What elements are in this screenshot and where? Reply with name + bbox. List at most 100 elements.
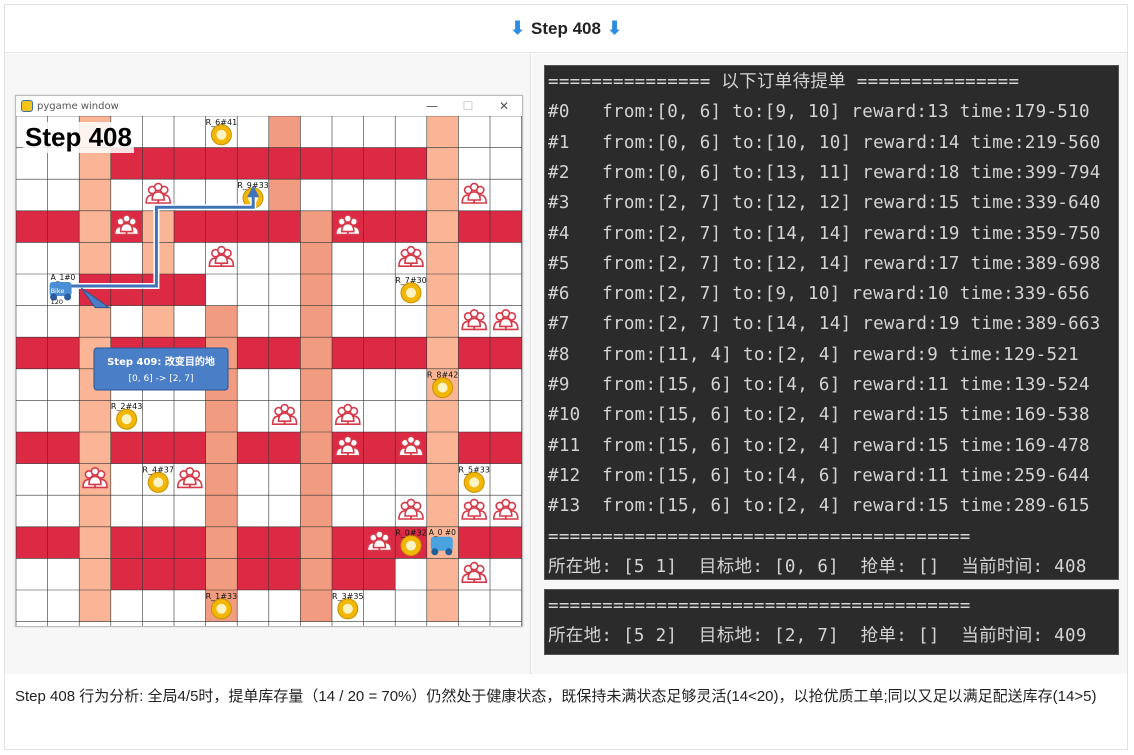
rider-label: A_0 #0: [429, 528, 456, 537]
rider-scooter-icon: [445, 548, 453, 556]
pygame-titlebar[interactable]: pygame window — ☐ ✕: [16, 96, 522, 116]
restaurant-icon: [342, 603, 353, 614]
road-cell: [174, 526, 206, 559]
restaurant-label: R_3#35: [332, 592, 364, 601]
road-cell: [47, 432, 80, 464]
terminal-line: #2 from:[0, 6] to:[13, 11] reward:18 tim…: [548, 162, 1101, 183]
road-cell: [490, 526, 522, 559]
tooltip-title: Step 409: 改变目的地: [107, 355, 215, 368]
terminal-line: 所在地: [5 1] 目标地: [0, 6] 抢单: [] 当前时间: 408: [548, 556, 1087, 577]
road-cell: [268, 432, 301, 464]
restaurant-icon: [216, 129, 227, 140]
road-cell: [237, 432, 269, 464]
road-cell: [205, 463, 238, 496]
road-cell: [332, 558, 364, 590]
road-cell: [426, 305, 459, 338]
road-cell: [300, 558, 332, 590]
road-cell: [300, 147, 332, 180]
road-cell: [174, 210, 206, 243]
road-cell: [426, 432, 459, 464]
road-cell: [300, 242, 332, 274]
analysis-card: ⬇ Step 408 ⬇ pygame window — ☐ ✕ R_6#41 R…: [4, 4, 1128, 750]
customer-icon: [113, 214, 140, 236]
terminal-line: #1 from:[0, 6] to:[10, 10] reward:14 tim…: [548, 132, 1101, 153]
road-cell: [237, 558, 269, 590]
road-cell: [205, 432, 238, 464]
customer-icon: [82, 466, 108, 489]
road-cell: [174, 432, 206, 464]
road-cell: [300, 368, 332, 401]
agent-label: A_1#0: [51, 273, 76, 282]
terminal-line: 所在地: [5 2] 目标地: [2, 7] 抢单: [] 当前时间: 409: [548, 626, 1087, 647]
road-cell: [79, 179, 111, 211]
road-cell: [16, 432, 48, 464]
road-cell: [332, 147, 364, 180]
road-cell: [142, 526, 174, 559]
road-cell: [426, 337, 459, 369]
minimize-button[interactable]: —: [414, 96, 450, 116]
customer-icon: [398, 245, 424, 267]
road-cell: [426, 179, 459, 211]
road-cell: [16, 526, 48, 559]
road-cell: [363, 432, 396, 464]
road-cell: [268, 147, 301, 180]
road-cell: [426, 116, 459, 148]
road-cell: [332, 526, 364, 559]
road-cell: [395, 210, 427, 243]
terminal-line: #10 from:[15, 6] to:[2, 4] reward:15 tim…: [548, 405, 1090, 426]
maximize-button[interactable]: ☐: [450, 96, 486, 116]
rider-scooter-icon: [64, 293, 72, 301]
restaurant-icon: [437, 382, 448, 393]
road-cell: [268, 210, 301, 243]
road-cell: [363, 147, 396, 180]
road-cell: [79, 590, 111, 622]
restaurant-icon: [121, 414, 132, 425]
road-cell: [300, 400, 332, 432]
road-cell: [363, 210, 396, 243]
behavior-analysis-text: Step 408 行为分析: 全局4/5时，提单库存量（14 / 20 = 70…: [15, 688, 1097, 705]
pygame-window-title: pygame window: [37, 100, 119, 112]
pygame-window[interactable]: pygame window — ☐ ✕ R_6#41 R_9#33 R_7#30 R_…: [15, 95, 523, 627]
game-board[interactable]: R_6#41R_9#33R_7#30R_8#42R_2#43R_4#37 R_5#…: [16, 116, 522, 626]
road-cell: [79, 432, 111, 464]
customer-icon: [461, 498, 488, 520]
step-overlay-label: Step 408: [23, 122, 134, 153]
terminal-line: #8 from:[11, 4] to:[2, 4] reward:9 time:…: [548, 344, 1079, 365]
road-cell: [363, 337, 396, 369]
road-cell: [458, 526, 490, 559]
order-terminal: =============== 以下订单待提单 =============== #…: [544, 65, 1119, 580]
road-cell: [332, 337, 364, 369]
customer-icon: [398, 435, 424, 457]
customer-icon: [176, 466, 203, 489]
restaurant-icon: [406, 287, 416, 298]
road-cell: [300, 495, 332, 527]
close-button[interactable]: ✕: [486, 96, 522, 116]
restaurant-icon: [216, 603, 227, 614]
restaurant-icon: [406, 540, 416, 551]
road-cell: [395, 337, 427, 369]
restaurant-label: R_8#42: [427, 371, 459, 380]
road-cell: [205, 526, 238, 559]
customer-icon: [461, 308, 488, 331]
restaurant-label: R_5#33: [458, 465, 490, 474]
customer-icon: [334, 403, 361, 425]
road-cell: [300, 526, 332, 559]
terminal-line: #11 from:[15, 6] to:[2, 4] reward:15 tim…: [548, 435, 1090, 456]
step-title: Step 408: [531, 18, 601, 38]
road-cell: [110, 558, 143, 590]
simulation-cell: pygame window — ☐ ✕ R_6#41 R_9#33 R_7#30 R_…: [5, 54, 531, 674]
restaurant-label: R_7#30: [395, 276, 427, 285]
road-cell: [300, 432, 332, 464]
down-arrow-icon: ⬇: [509, 18, 526, 38]
road-cell: [205, 210, 238, 243]
terminal-line: #13 from:[15, 6] to:[2, 4] reward:15 tim…: [548, 496, 1090, 517]
pygame-logo-icon: [21, 100, 33, 112]
road-cell: [300, 274, 332, 306]
restaurant-label: R_2#43: [111, 402, 143, 411]
customer-icon: [271, 403, 298, 425]
road-cell: [205, 400, 238, 432]
road-cell: [426, 590, 459, 622]
road-cell: [47, 210, 80, 243]
customer-icon: [366, 530, 393, 552]
terminal-line: #6 from:[2, 7] to:[9, 10] reward:10 time…: [548, 284, 1090, 305]
